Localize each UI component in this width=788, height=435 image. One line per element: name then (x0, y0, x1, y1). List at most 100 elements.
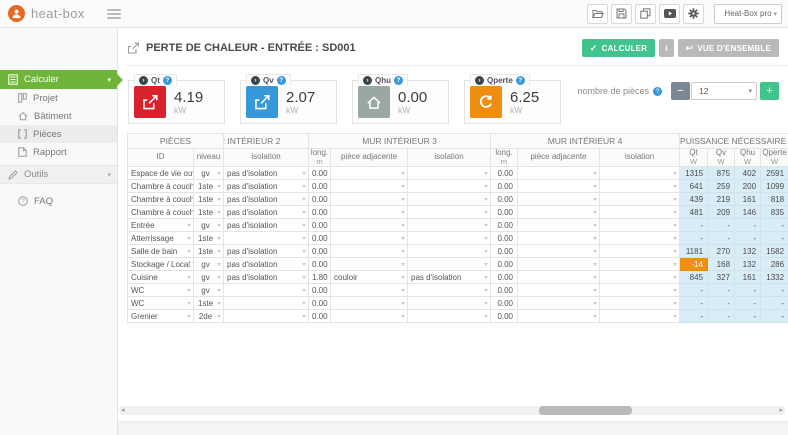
info-button[interactable]: i (659, 39, 673, 57)
cell-isolation-mur2[interactable]: pas d'isolation (224, 206, 309, 219)
scrollbar-thumb[interactable] (539, 406, 632, 415)
cell-niveau[interactable]: gv (194, 167, 224, 180)
sidebar-item-projet[interactable]: Projet (0, 89, 117, 107)
cell-adjacente-mur4[interactable] (518, 180, 600, 193)
edition-select[interactable]: Heat-Box pro ▾ (714, 4, 782, 24)
cell-long-mur3[interactable]: 0.00 (309, 297, 331, 310)
cell-adjacente-mur3[interactable] (331, 258, 408, 271)
cell-isolation-mur2[interactable]: pas d'isolation (224, 167, 309, 180)
cell-isolation-mur2[interactable]: pas d'isolation (224, 271, 309, 284)
cell-long-mur3[interactable]: 0.00 (309, 219, 331, 232)
cell-isolation-mur4[interactable] (600, 245, 680, 258)
help-icon[interactable]: ? (277, 76, 286, 85)
cell-niveau[interactable]: 1ste (194, 180, 224, 193)
video-tutorial-button[interactable] (659, 4, 680, 24)
cell-isolation-mur2[interactable] (224, 297, 309, 310)
cell-id[interactable]: Salle de bain (128, 245, 194, 258)
cell-adjacente-mur3[interactable] (331, 284, 408, 297)
cell-niveau[interactable]: gv (194, 271, 224, 284)
cell-adjacente-mur3[interactable] (331, 232, 408, 245)
cell-niveau[interactable]: 1ste (194, 232, 224, 245)
cell-adjacente-mur4[interactable] (518, 206, 600, 219)
cell-niveau[interactable]: gv (194, 284, 224, 297)
cell-adjacente-mur4[interactable] (518, 297, 600, 310)
cell-id[interactable]: Chambre à coucher 3 (128, 206, 194, 219)
cell-isolation-mur4[interactable] (600, 180, 680, 193)
cell-adjacente-mur3[interactable] (331, 206, 408, 219)
cell-adjacente-mur4[interactable] (518, 245, 600, 258)
cell-id[interactable]: Cuisine (128, 271, 194, 284)
cell-long-mur4[interactable]: 0.00 (491, 219, 518, 232)
rooms-count-select[interactable]: 12 ▾ (691, 82, 757, 100)
cell-long-mur4[interactable]: 0.00 (491, 284, 518, 297)
cell-long-mur4[interactable]: 0.00 (491, 310, 518, 323)
cell-adjacente-mur3[interactable] (331, 245, 408, 258)
help-icon[interactable]: ? (516, 76, 525, 85)
cell-isolation-mur4[interactable] (600, 297, 680, 310)
cell-isolation-mur2[interactable]: pas d'isolation (224, 180, 309, 193)
cell-isolation-mur3[interactable] (408, 232, 491, 245)
cell-adjacente-mur3[interactable] (331, 219, 408, 232)
menu-toggle-icon[interactable] (107, 7, 121, 21)
cell-long-mur3[interactable]: 0.00 (309, 258, 331, 271)
cell-id[interactable]: Grenier (128, 310, 194, 323)
cell-isolation-mur2[interactable]: pas d'isolation (224, 219, 309, 232)
help-icon[interactable]: ? (653, 87, 662, 96)
cell-isolation-mur4[interactable] (600, 193, 680, 206)
chevron-circle-icon[interactable]: › (475, 76, 484, 85)
settings-button[interactable] (683, 4, 704, 24)
cell-niveau[interactable]: 1ste (194, 297, 224, 310)
cell-isolation-mur3[interactable] (408, 245, 491, 258)
cell-long-mur3[interactable]: 0.00 (309, 284, 331, 297)
scroll-right-icon[interactable]: ▸ (779, 406, 783, 415)
calculate-button[interactable]: ✓ CALCULER (582, 39, 655, 57)
cell-id[interactable]: WC (128, 297, 194, 310)
cell-isolation-mur4[interactable] (600, 258, 680, 271)
open-project-button[interactable] (587, 4, 608, 24)
cell-id[interactable]: Chambre à coucher 1 (128, 180, 194, 193)
sidebar-item-batiment[interactable]: Bâtiment (0, 107, 117, 125)
cell-long-mur4[interactable]: 0.00 (491, 271, 518, 284)
cell-isolation-mur3[interactable]: pas d'isolation (408, 271, 491, 284)
cell-adjacente-mur3[interactable] (331, 193, 408, 206)
cell-long-mur3[interactable]: 0.00 (309, 310, 331, 323)
cell-niveau[interactable]: 2de (194, 310, 224, 323)
cell-long-mur4[interactable]: 0.00 (491, 193, 518, 206)
cell-isolation-mur4[interactable] (600, 232, 680, 245)
chevron-circle-icon[interactable]: › (363, 76, 372, 85)
cell-isolation-mur3[interactable] (408, 310, 491, 323)
cell-long-mur3[interactable]: 0.00 (309, 232, 331, 245)
cell-adjacente-mur4[interactable] (518, 271, 600, 284)
sidebar-item-rapport[interactable]: Rapport (0, 143, 117, 161)
cell-isolation-mur2[interactable] (224, 310, 309, 323)
cell-isolation-mur2[interactable] (224, 232, 309, 245)
cell-niveau[interactable]: gv (194, 219, 224, 232)
cell-adjacente-mur4[interactable] (518, 310, 600, 323)
chevron-circle-icon[interactable]: › (251, 76, 260, 85)
cell-id[interactable]: Entrée (128, 219, 194, 232)
cell-adjacente-mur4[interactable] (518, 284, 600, 297)
cell-isolation-mur2[interactable] (224, 284, 309, 297)
cell-isolation-mur4[interactable] (600, 284, 680, 297)
sidebar-item-pieces[interactable]: Pièces (0, 125, 117, 143)
cell-adjacente-mur4[interactable] (518, 193, 600, 206)
cell-isolation-mur2[interactable]: pas d'isolation (224, 245, 309, 258)
save-button[interactable] (611, 4, 632, 24)
cell-id[interactable]: Stockage / Local tech (128, 258, 194, 271)
cell-isolation-mur4[interactable] (600, 206, 680, 219)
sidebar-section-outils[interactable]: Outils ▾ (0, 165, 117, 184)
cell-id[interactable]: Espace de vie ouvert (128, 167, 194, 180)
cell-long-mur3[interactable]: 1.80 (309, 271, 331, 284)
cell-niveau[interactable]: 1ste (194, 245, 224, 258)
cell-isolation-mur4[interactable] (600, 310, 680, 323)
cell-niveau[interactable]: gv (194, 258, 224, 271)
cell-adjacente-mur3[interactable] (331, 180, 408, 193)
cell-long-mur3[interactable]: 0.00 (309, 245, 331, 258)
cell-isolation-mur3[interactable] (408, 167, 491, 180)
help-icon[interactable]: ? (163, 76, 172, 85)
rooms-decrement-button[interactable]: − (671, 82, 690, 100)
new-copy-button[interactable] (635, 4, 656, 24)
cell-adjacente-mur4[interactable] (518, 219, 600, 232)
help-icon[interactable]: ? (394, 76, 403, 85)
cell-long-mur4[interactable]: 0.00 (491, 167, 518, 180)
